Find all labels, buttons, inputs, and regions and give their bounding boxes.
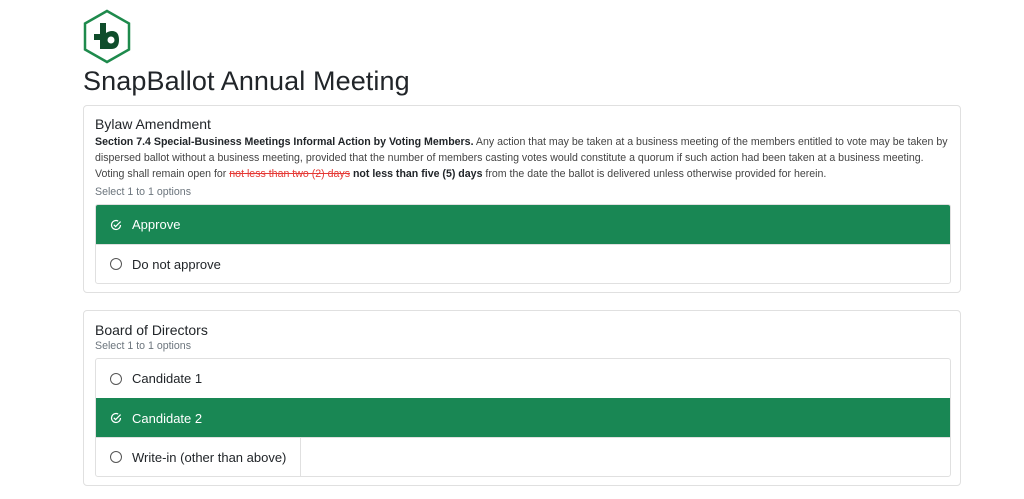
question-card-board-of-directors: Board of Directors Select 1 to 1 options… — [83, 310, 961, 486]
snapballot-logo-icon — [82, 9, 132, 64]
option-do-not-approve[interactable]: Do not approve — [96, 244, 950, 283]
radio-icon — [110, 258, 122, 270]
option-write-in[interactable]: Write-in (other than above) — [96, 437, 950, 476]
check-circle-icon — [110, 412, 122, 424]
radio-icon — [110, 372, 122, 385]
options-list: Approve Do not approve — [95, 204, 951, 284]
added-text: not less than five (5) days — [350, 168, 483, 180]
radio-icon — [110, 451, 122, 463]
options-list: Candidate 1 Candidate 2 Write-in (other … — [95, 358, 951, 477]
option-label: Approve — [132, 217, 181, 232]
option-label: Candidate 2 — [132, 410, 203, 426]
removed-text: not less than two (2) days — [229, 168, 350, 180]
question-title: Board of Directors — [95, 322, 208, 338]
description-text-end: from the date the ballot is delivered un… — [482, 168, 827, 180]
check-circle-icon — [110, 219, 122, 230]
option-candidate-1[interactable]: Candidate 1 — [96, 359, 950, 398]
page-title: SnapBallot Annual Meeting — [83, 66, 410, 96]
selection-hint: Select 1 to 1 options — [95, 186, 191, 198]
question-description: Section 7.4 Special-Business Meetings In… — [95, 134, 955, 182]
question-title: Bylaw Amendment — [95, 116, 211, 132]
option-label: Write-in (other than above) — [132, 449, 287, 465]
question-card-bylaw-amendment: Bylaw Amendment Section 7.4 Special-Busi… — [83, 105, 961, 293]
option-candidate-2[interactable]: Candidate 2 — [96, 398, 950, 437]
section-heading: Section 7.4 Special-Business Meetings In… — [95, 136, 474, 148]
option-approve[interactable]: Approve — [96, 205, 950, 244]
option-label: Candidate 1 — [132, 371, 203, 386]
write-in-input[interactable] — [300, 438, 950, 476]
selection-hint: Select 1 to 1 options — [95, 340, 191, 352]
option-label: Do not approve — [132, 256, 221, 272]
